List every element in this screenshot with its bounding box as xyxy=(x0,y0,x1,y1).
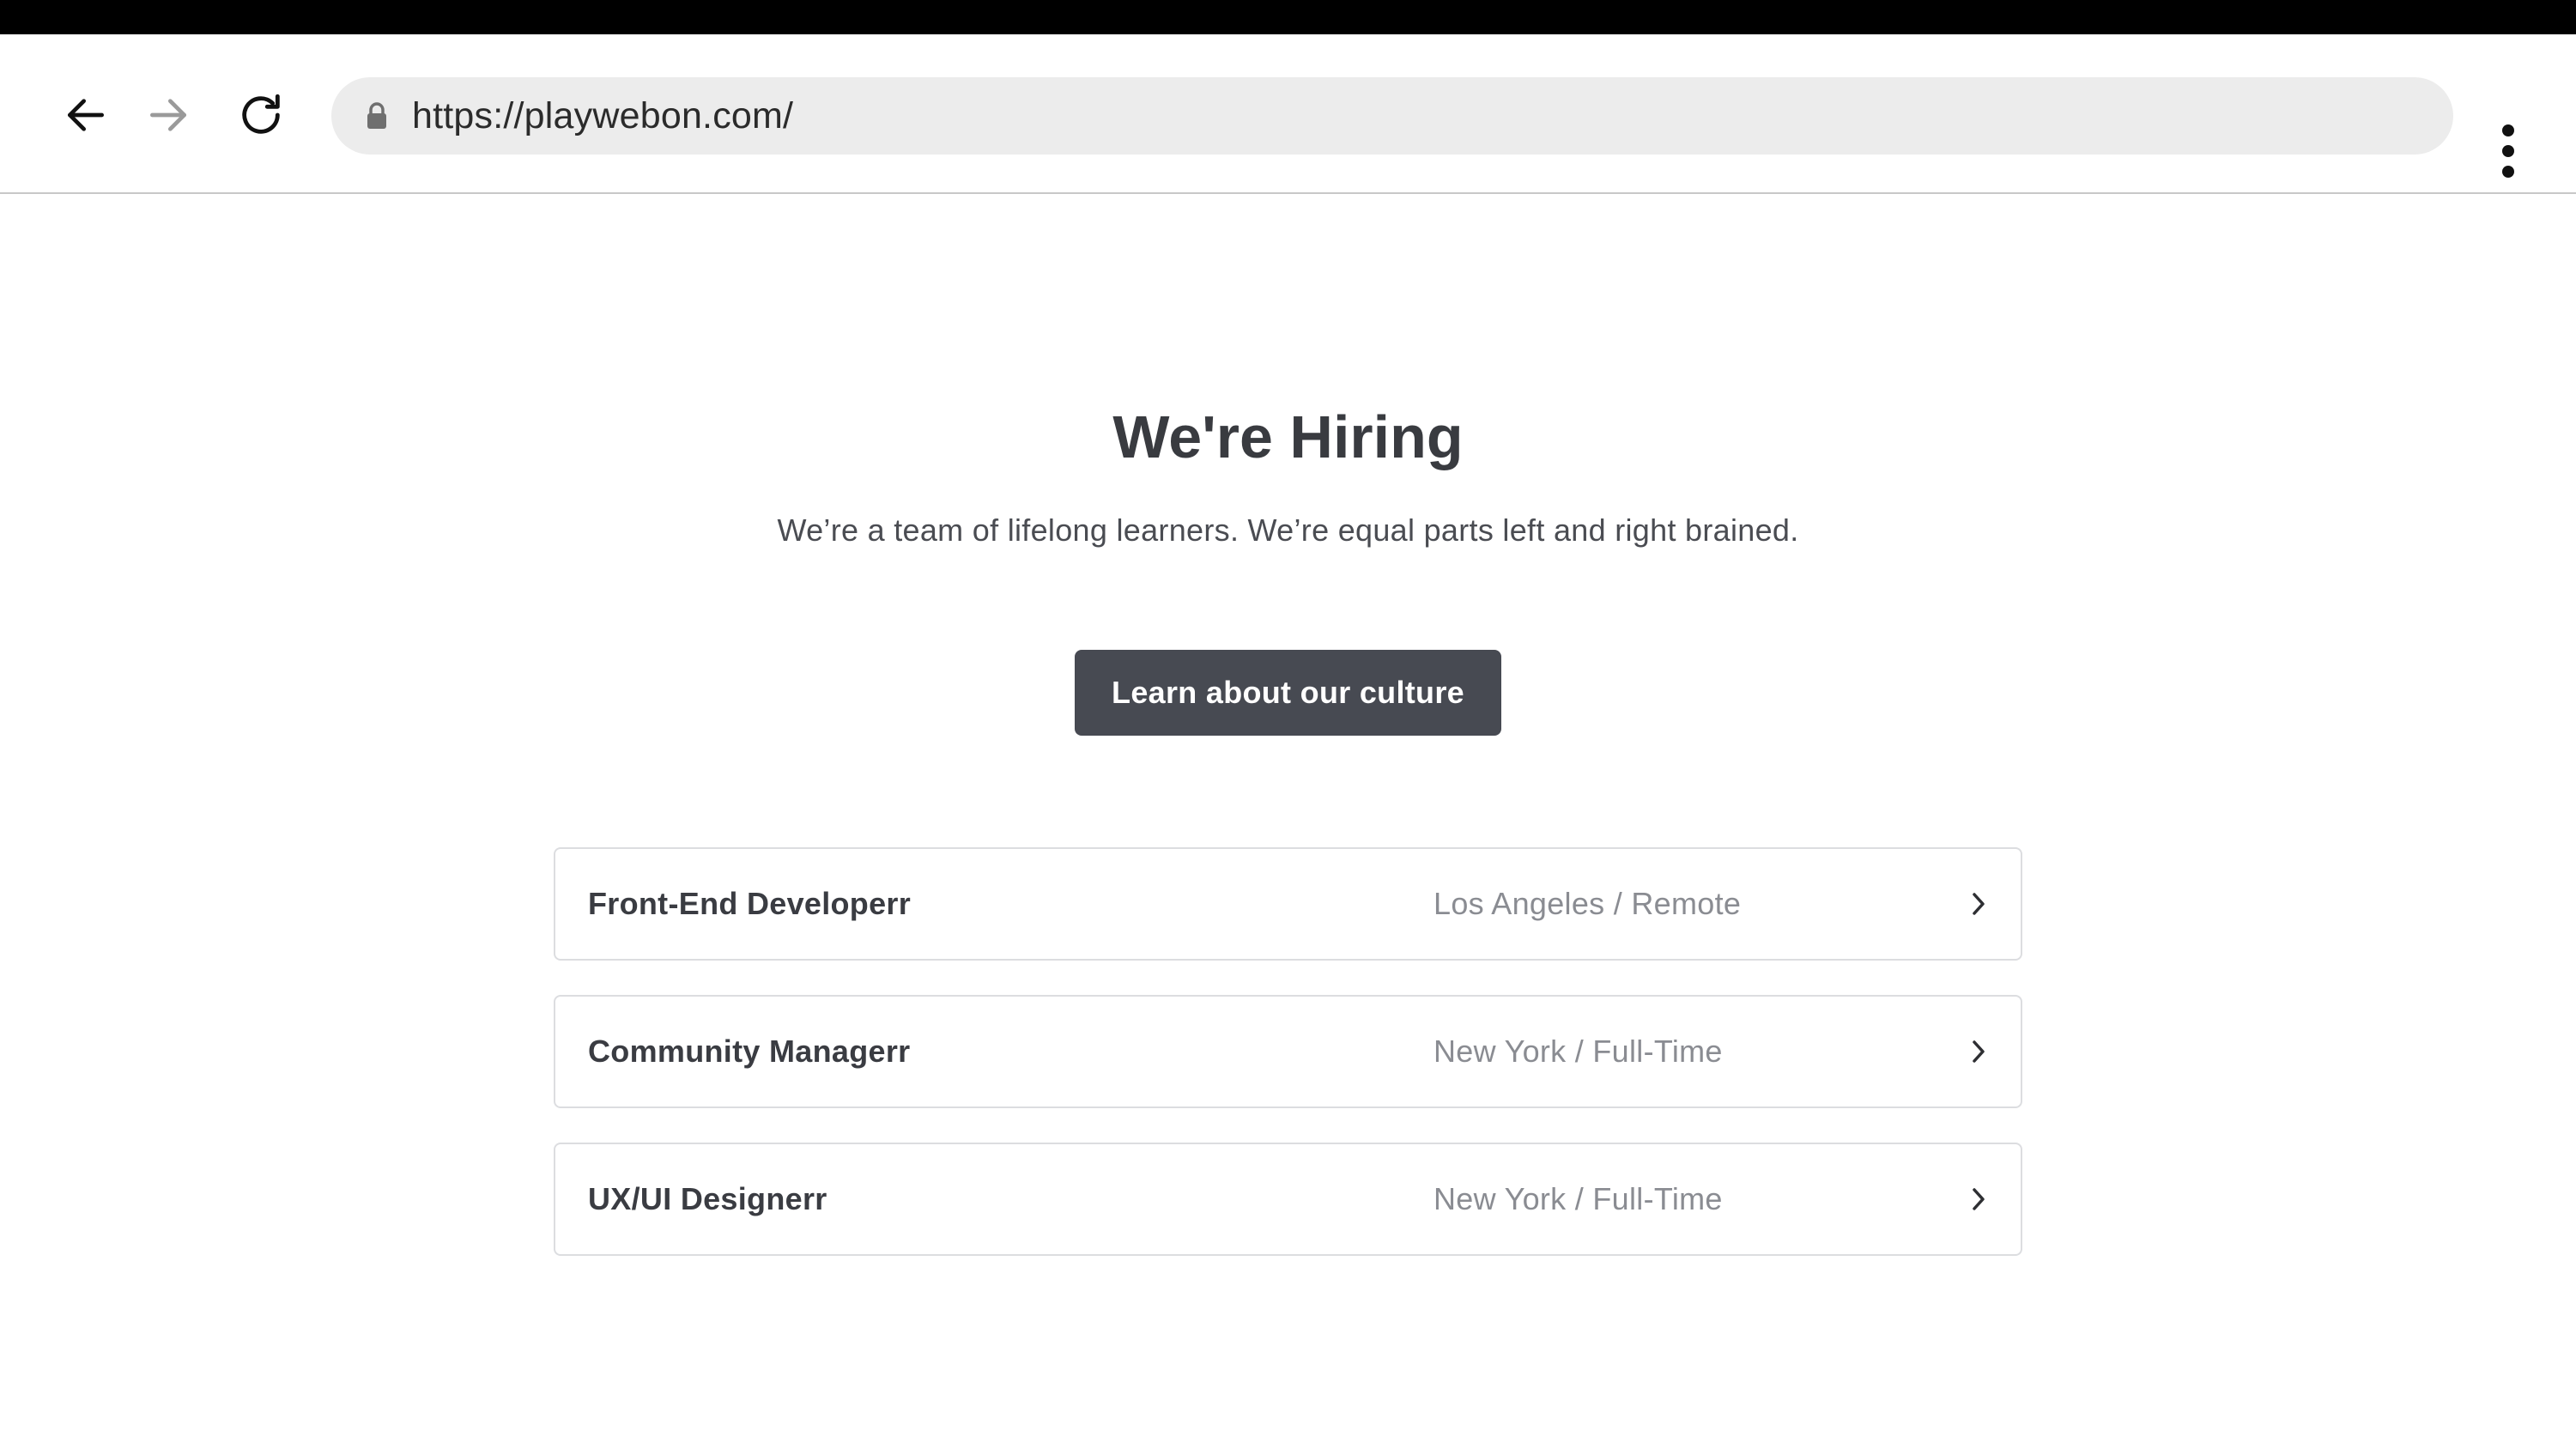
chevron-right-icon xyxy=(1963,888,1994,919)
job-list: Front-End Developerr Los Angeles / Remot… xyxy=(554,847,2022,1290)
vertical-dots-icon xyxy=(2500,123,2517,179)
url-text: https://playwebon.com/ xyxy=(412,94,794,136)
browser-toolbar: https://playwebon.com/ xyxy=(0,34,2576,194)
job-row[interactable]: UX/UI Designerr New York / Full-Time xyxy=(554,1143,2022,1256)
reload-icon xyxy=(236,90,286,140)
address-bar[interactable]: https://playwebon.com/ xyxy=(331,77,2453,155)
job-location: Los Angeles / Remote xyxy=(1433,886,1742,921)
page-content: We're Hiring We’re a team of lifelong le… xyxy=(0,194,2576,1449)
system-status-strip xyxy=(0,0,2576,34)
reload-button[interactable] xyxy=(227,81,295,149)
job-location: New York / Full-Time xyxy=(1433,1181,1723,1216)
chevron-right-icon xyxy=(1963,1036,1994,1067)
arrow-right-icon xyxy=(144,91,192,139)
browser-menu-button[interactable] xyxy=(2481,110,2536,192)
job-title: Front-End Developerr xyxy=(588,886,912,921)
page-title: We're Hiring xyxy=(1112,403,1464,470)
job-row[interactable]: Community Managerr New York / Full-Time xyxy=(554,995,2022,1108)
job-location: New York / Full-Time xyxy=(1433,1034,1723,1069)
job-row[interactable]: Front-End Developerr Los Angeles / Remot… xyxy=(554,847,2022,961)
job-title: UX/UI Designerr xyxy=(588,1181,827,1216)
arrow-left-icon xyxy=(62,91,110,139)
lock-icon xyxy=(364,100,390,131)
job-title: Community Managerr xyxy=(588,1034,911,1069)
forward-button[interactable] xyxy=(134,81,203,149)
learn-culture-button[interactable]: Learn about our culture xyxy=(1075,650,1501,736)
chevron-right-icon xyxy=(1963,1184,1994,1215)
page-subtitle: We’re a team of lifelong learners. We’re… xyxy=(777,512,1799,548)
back-button[interactable] xyxy=(52,81,120,149)
